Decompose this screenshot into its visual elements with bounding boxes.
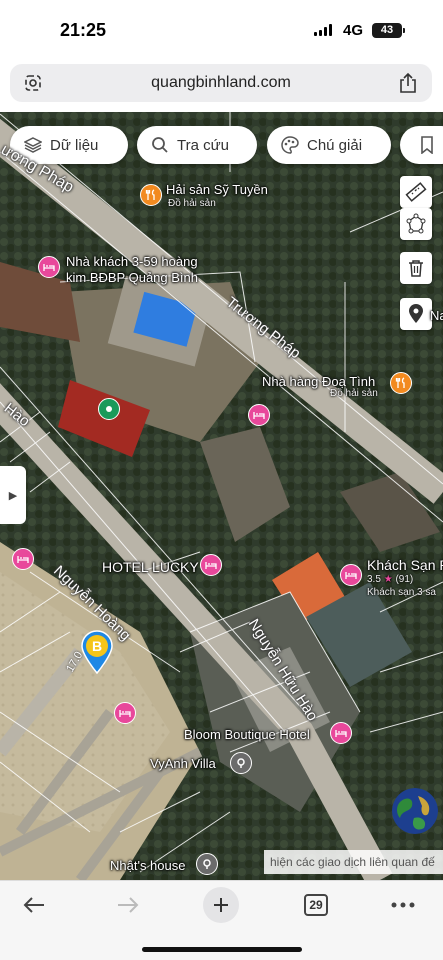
legend-label: Chú giải	[307, 136, 363, 154]
bed-icon	[17, 556, 29, 563]
more-menu-button[interactable]	[388, 887, 418, 923]
back-arrow-icon	[23, 897, 44, 913]
polygon-icon	[406, 213, 426, 234]
poi-label-sy-tuyen: Hải sản Sỹ Tuyền	[166, 182, 268, 197]
clear-button[interactable]	[400, 252, 432, 284]
lookup-label: Tra cứu	[177, 136, 229, 154]
browser-bottom-bar: 29	[0, 880, 443, 960]
poi-guesthouse[interactable]	[38, 256, 60, 278]
bed-icon	[43, 264, 55, 271]
legend-button[interactable]: Chú giải	[267, 126, 391, 164]
poi-label-doa-tinh: Nhà hàng Đoạ Tình	[262, 374, 376, 389]
poi-khach-san[interactable]	[340, 564, 362, 586]
poi-hotel-lower-left[interactable]	[114, 702, 136, 724]
poi-label-vyanh: VyAnh Villa	[150, 756, 216, 771]
satellite-imagery	[0, 112, 443, 880]
poi-rating-khach-san: 3.5 ★ (91)	[367, 574, 413, 585]
lookup-button[interactable]: Tra cứu	[137, 126, 257, 164]
data-layers-label: Dữ liệu	[50, 136, 99, 154]
poi-category-sy-tuyen: Đồ hải sản	[168, 198, 216, 209]
measure-area-button[interactable]	[400, 208, 432, 240]
signal-icon	[314, 24, 332, 36]
tabs-button[interactable]: 29	[302, 887, 330, 923]
share-icon[interactable]	[398, 72, 418, 94]
poi-bloom-boutique[interactable]	[330, 722, 352, 744]
map-style-globe-icon[interactable]	[392, 788, 438, 834]
pin-icon	[237, 758, 245, 768]
poi-category-khach-san: Khách sạn 3 sa	[367, 587, 436, 598]
star-icon: ★	[383, 574, 393, 585]
bed-icon	[345, 572, 357, 579]
poi-hotel-unnamed[interactable]	[248, 404, 270, 426]
fork-knife-icon	[145, 189, 155, 200]
bed-icon	[253, 412, 265, 419]
forward-arrow-icon	[118, 897, 139, 913]
home-indicator	[142, 947, 302, 952]
pin-icon	[203, 859, 211, 869]
measure-distance-button[interactable]	[400, 176, 432, 208]
poi-label-khach-san: Khách Sạn P	[367, 557, 443, 573]
poi-label-guesthouse-line2: kim BĐBP Quảng Bình	[66, 270, 198, 285]
poi-vyanh-villa[interactable]	[230, 752, 252, 774]
bed-icon	[119, 710, 131, 717]
poi-hotel-lucky[interactable]	[200, 554, 222, 576]
bookmark-button[interactable]	[400, 126, 443, 164]
info-banner[interactable]: hiện các giao dịch liên quan đế	[264, 850, 443, 874]
network-type: 4G	[343, 22, 364, 39]
url-text[interactable]: quangbinhland.com	[10, 74, 432, 92]
poi-label-nhat: Nhật's house	[110, 858, 186, 873]
more-icon	[391, 902, 415, 908]
bed-icon	[335, 730, 347, 737]
status-bar: 21:25 4G 43	[0, 0, 443, 60]
poi-label-bloom: Bloom Boutique Hotel	[184, 727, 310, 742]
trash-icon	[409, 260, 423, 277]
layers-icon	[24, 137, 42, 153]
palette-icon	[281, 136, 299, 154]
poi-place-marker[interactable]	[98, 398, 120, 420]
location-pin-icon	[409, 304, 423, 323]
poi-category-doa-tinh: Đồ hải sản	[330, 388, 378, 399]
my-location-button[interactable]	[400, 298, 432, 330]
poi-restaurant-sy-tuyen[interactable]	[140, 184, 162, 206]
status-time: 21:25	[60, 20, 107, 40]
poi-nhat-house[interactable]	[196, 853, 218, 875]
poi-label-edge: Na	[430, 308, 443, 323]
expand-icon: ▶	[8, 489, 18, 502]
search-icon	[152, 137, 168, 153]
tabs-count: 29	[304, 894, 328, 916]
poi-label-guesthouse-line1: Nhà khách 3-59 hoàng	[66, 254, 198, 269]
ruler-icon	[405, 182, 427, 202]
poi-hotel-left-edge[interactable]	[12, 548, 34, 570]
bookmark-icon	[421, 136, 433, 154]
side-panel-toggle[interactable]: ▶	[0, 466, 26, 524]
bed-icon	[205, 562, 217, 569]
battery-icon: 43	[372, 23, 405, 38]
forward-button[interactable]	[110, 887, 146, 923]
new-tab-button[interactable]	[203, 887, 239, 923]
rating-value: 3.5	[367, 574, 381, 585]
back-button[interactable]	[16, 887, 52, 923]
address-bar[interactable]: quangbinhland.com	[10, 64, 432, 102]
poi-restaurant-doa-tinh[interactable]	[390, 372, 412, 394]
plus-icon	[214, 898, 228, 912]
selected-parcel-marker[interactable]: B	[80, 630, 114, 674]
rating-count: (91)	[395, 574, 414, 585]
marker-letter: B	[92, 638, 102, 654]
poi-label-hotel-lucky: HOTEL LUCKY	[102, 559, 199, 575]
map-view[interactable]: Dữ liệu Tra cứu Chú giải N ▶ ương Pháp T…	[0, 112, 443, 880]
fork-knife-icon	[395, 377, 405, 388]
place-icon	[106, 406, 112, 412]
